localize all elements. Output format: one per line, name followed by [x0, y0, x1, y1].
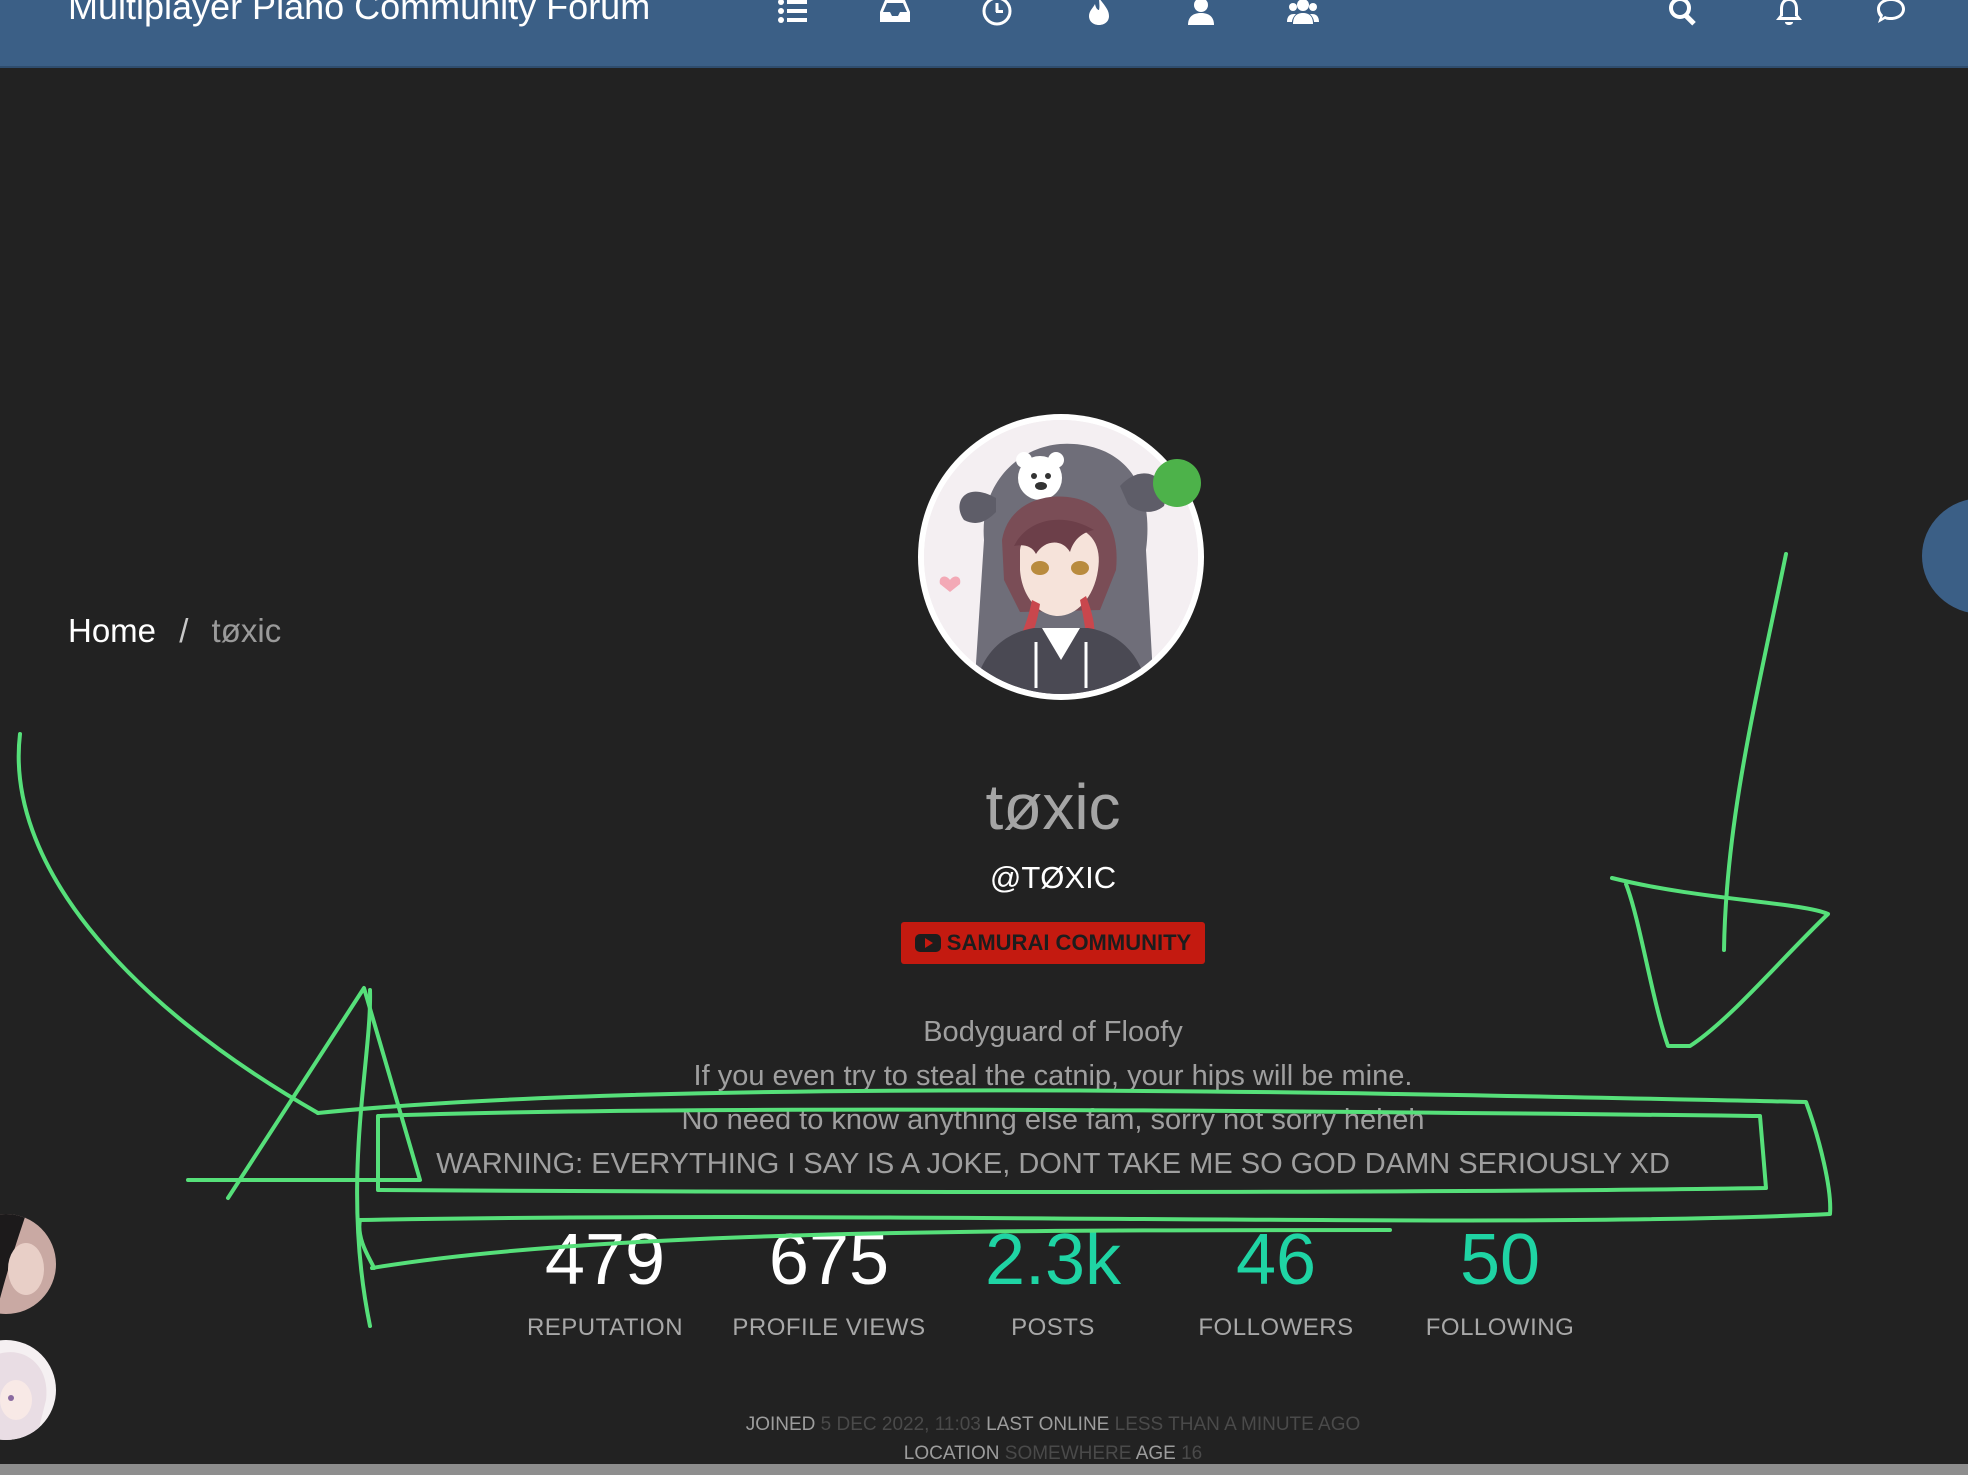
joined-value: 5 DEC 2022, 11:03: [820, 1414, 981, 1435]
chat-icon[interactable]: [1874, 0, 1908, 26]
stat-label: REPUTATION: [526, 1314, 684, 1341]
stat-label: POSTS: [1011, 1314, 1095, 1341]
breadcrumb: Home / tøxic: [68, 612, 281, 650]
last-online-label: LAST ONLINE: [986, 1414, 1110, 1435]
list-icon[interactable]: [776, 0, 810, 26]
side-user-avatar[interactable]: [0, 1214, 56, 1314]
profile-avatar[interactable]: [918, 414, 1204, 700]
stat-profile-views: 675 PROFILE VIEWS: [729, 1220, 929, 1342]
stat-label: FOLLOWING: [1425, 1314, 1575, 1341]
stat-value: 50: [1459, 1220, 1541, 1300]
top-nav-bar: Multiplayer Piano Community Forum: [0, 0, 1968, 68]
stat-followers[interactable]: 46 FOLLOWERS: [1176, 1220, 1376, 1342]
last-online-value: LESS THAN A MINUTE AGO: [1114, 1414, 1361, 1435]
online-status-indicator: [1153, 459, 1201, 507]
search-icon[interactable]: [1666, 0, 1700, 26]
joined-label: JOINED: [745, 1414, 816, 1435]
stat-value: 2.3k: [984, 1220, 1122, 1300]
bio-line: No need to know anything else fam, sorry…: [681, 1104, 1425, 1136]
profile-display-name: tøxic: [985, 771, 1121, 843]
profile-meta-row-1: JOINED 5 DEC 2022, 11:03 LAST ONLINE LES…: [0, 1414, 1968, 1436]
age-value: 16: [1181, 1443, 1203, 1464]
profile-bio: Bodyguard of Floofy If you even try to s…: [0, 1010, 1968, 1186]
bio-line: WARNING: EVERYTHING I SAY IS A JOKE, DON…: [436, 1148, 1670, 1180]
breadcrumb-home-link[interactable]: Home: [68, 612, 156, 649]
stat-posts[interactable]: 2.3k POSTS: [953, 1220, 1153, 1342]
bottom-scrollbar[interactable]: [0, 1464, 1968, 1475]
location-label: LOCATION: [903, 1443, 1000, 1464]
stat-following[interactable]: 50 FOLLOWING: [1400, 1220, 1600, 1342]
stat-value: 479: [544, 1220, 666, 1300]
stat-label: FOLLOWERS: [1198, 1314, 1354, 1341]
breadcrumb-separator: /: [179, 612, 189, 649]
bio-line: Bodyguard of Floofy: [923, 1016, 1183, 1048]
group-badge-label: SAMURAI COMMUNITY: [946, 930, 1192, 955]
stat-reputation: 479 REPUTATION: [505, 1220, 705, 1342]
youtube-icon: [914, 934, 941, 952]
group-badge[interactable]: SAMURAI COMMUNITY: [901, 922, 1205, 964]
clock-icon[interactable]: [980, 0, 1014, 26]
breadcrumb-current: tøxic: [211, 612, 282, 649]
location-value: SOMEWHERE: [1004, 1443, 1132, 1464]
stat-label: PROFILE VIEWS: [732, 1314, 926, 1341]
bio-line: If you even try to steal the catnip, you…: [693, 1060, 1413, 1092]
profile-meta-row-2: LOCATION SOMEWHERE AGE 16: [0, 1443, 1968, 1465]
user-icon[interactable]: [1184, 0, 1218, 26]
stat-value: 675: [768, 1220, 890, 1300]
users-icon[interactable]: [1286, 0, 1320, 26]
profile-handle: @TØXIC: [989, 860, 1117, 895]
side-chat-bubble[interactable]: [1922, 498, 1968, 614]
fire-icon[interactable]: [1082, 0, 1116, 26]
inbox-icon[interactable]: [878, 0, 912, 26]
forum-title[interactable]: Multiplayer Piano Community Forum: [68, 0, 650, 28]
stat-value: 46: [1235, 1220, 1317, 1300]
bell-icon[interactable]: [1772, 0, 1806, 26]
age-label: AGE: [1135, 1443, 1176, 1464]
avatar-image: [924, 420, 1198, 694]
